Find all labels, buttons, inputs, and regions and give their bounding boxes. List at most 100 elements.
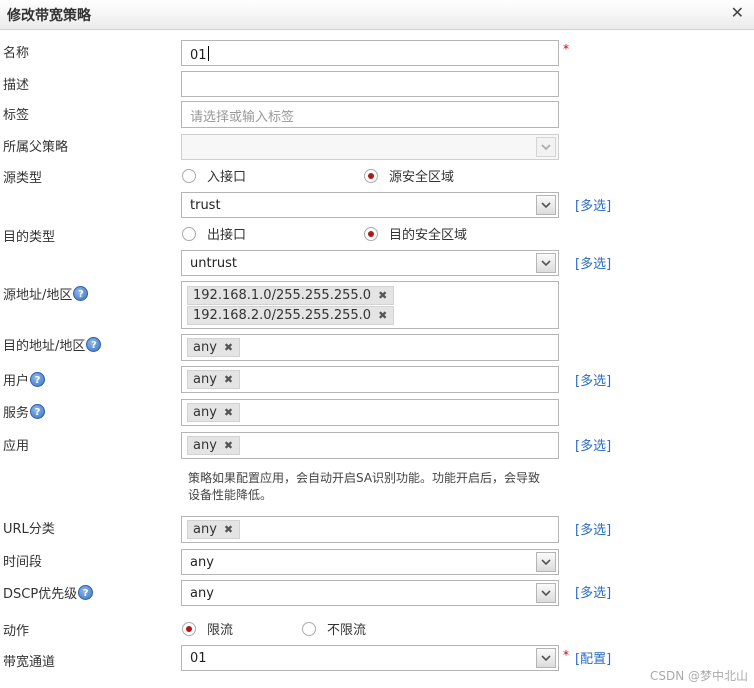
user-multi-select-link[interactable]: [多选]: [575, 370, 611, 389]
application-tag: any ✖: [187, 436, 241, 455]
application-note: 策略如果配置应用，会自动开启SA识别功能。功能开启后，会导致设备性能降低。: [188, 471, 541, 502]
tag-text: any: [193, 405, 217, 420]
user-tag: any ✖: [187, 370, 241, 389]
dest-address-label-text: 目的地址/地区: [3, 339, 86, 354]
chevron-down-icon[interactable]: [536, 583, 556, 603]
application-input[interactable]: any ✖: [181, 432, 559, 459]
radio-label: 入接口: [207, 170, 247, 185]
source-zone-select[interactable]: trust: [181, 192, 559, 218]
name-input[interactable]: 01: [181, 40, 559, 66]
close-icon[interactable]: ✕: [731, 3, 744, 22]
action-label: 动作: [3, 624, 30, 639]
dscp-priority-select[interactable]: any: [181, 580, 559, 606]
radio-dest-zone[interactable]: 目的安全区域: [364, 224, 467, 243]
tags-label: 标签: [3, 108, 30, 123]
tags-input[interactable]: 请选择或输入标签: [181, 101, 559, 128]
time-range-select[interactable]: any: [181, 549, 559, 575]
service-label-text: 服务: [3, 406, 30, 421]
radio-dest-interface[interactable]: 出接口: [182, 224, 246, 243]
description-input[interactable]: [181, 71, 559, 97]
radio-action-limit[interactable]: 限流: [182, 619, 233, 638]
tag-remove-icon[interactable]: ✖: [224, 373, 233, 386]
chevron-down-icon[interactable]: [536, 253, 556, 273]
dest-zone-select[interactable]: untrust: [181, 250, 559, 276]
tag-remove-icon[interactable]: ✖: [224, 523, 233, 536]
user-input[interactable]: any ✖: [181, 366, 559, 393]
chevron-down-icon[interactable]: [536, 195, 556, 215]
tags-placeholder: 请选择或输入标签: [190, 110, 295, 125]
source-address-input[interactable]: 192.168.1.0/255.255.255.0 ✖ 192.168.2.0/2…: [181, 281, 559, 329]
tag-text: 192.168.2.0/255.255.255.0: [193, 308, 372, 323]
help-icon[interactable]: ?: [30, 372, 46, 387]
user-label: 用户?: [3, 370, 46, 389]
url-category-input[interactable]: any ✖: [181, 516, 559, 543]
source-address-label-text: 源地址/地区: [3, 288, 73, 303]
dest-address-label: 目的地址/地区?: [3, 335, 102, 354]
dest-zone-multi-select-link[interactable]: [多选]: [575, 253, 611, 272]
radio-circle: [302, 621, 316, 636]
tag-remove-icon[interactable]: ✖: [378, 309, 387, 322]
tag-remove-icon[interactable]: ✖: [224, 439, 233, 452]
dest-type-label: 目的类型: [3, 230, 56, 245]
tag-text: any: [193, 340, 217, 355]
tag-remove-icon[interactable]: ✖: [378, 289, 387, 302]
text-cursor: [207, 46, 209, 61]
service-tag: any ✖: [187, 403, 241, 422]
watermark: CSDN @梦中北山: [649, 669, 748, 683]
radio-circle: [182, 226, 196, 241]
bandwidth-channel-label: 带宽通道: [3, 655, 56, 670]
url-category-multi-select-link[interactable]: [多选]: [575, 519, 611, 538]
service-input[interactable]: any ✖: [181, 399, 559, 426]
url-category-tag: any ✖: [187, 520, 241, 539]
parent-policy-select: [181, 134, 559, 160]
name-label: 名称: [3, 46, 30, 61]
dscp-priority-value: any: [190, 586, 214, 601]
chevron-down-icon[interactable]: [536, 552, 556, 572]
radio-action-no-limit[interactable]: 不限流: [302, 619, 366, 638]
description-label: 描述: [3, 78, 30, 93]
radio-circle-selected: [182, 621, 196, 636]
radio-label: 目的安全区域: [389, 228, 468, 243]
tag-remove-icon[interactable]: ✖: [224, 406, 233, 419]
dscp-priority-label: DSCP优先级?: [3, 583, 94, 602]
radio-circle-selected: [364, 226, 378, 241]
source-address-label: 源地址/地区?: [3, 284, 89, 303]
chevron-down-icon[interactable]: [536, 648, 556, 668]
tag-remove-icon[interactable]: ✖: [224, 341, 233, 354]
application-label: 应用: [3, 439, 30, 454]
time-range-label: 时间段: [3, 555, 43, 570]
radio-source-zone[interactable]: 源安全区域: [364, 166, 454, 185]
radio-label: 限流: [207, 623, 234, 638]
address-tag: 192.168.1.0/255.255.255.0 ✖: [187, 286, 395, 305]
radio-label: 不限流: [327, 623, 367, 638]
tag-text: any: [193, 522, 217, 537]
tag-text: any: [193, 438, 217, 453]
source-zone-multi-select-link[interactable]: [多选]: [575, 195, 611, 214]
bandwidth-channel-configure-link[interactable]: [配置]: [575, 648, 611, 667]
dialog-titlebar: 修改带宽策略 ✕: [0, 0, 754, 30]
help-icon[interactable]: ?: [86, 337, 102, 352]
name-value: 01: [190, 48, 207, 63]
radio-source-interface[interactable]: 入接口: [182, 166, 246, 185]
bandwidth-channel-select[interactable]: 01: [181, 645, 559, 671]
dest-address-input[interactable]: any ✖: [181, 334, 559, 361]
service-label: 服务?: [3, 402, 46, 421]
help-icon[interactable]: ?: [78, 585, 94, 600]
application-multi-select-link[interactable]: [多选]: [575, 435, 611, 454]
user-label-text: 用户: [3, 374, 30, 389]
chevron-down-icon: [536, 137, 556, 157]
radio-circle-selected: [364, 168, 378, 183]
time-range-value: any: [190, 555, 214, 570]
address-tag: any ✖: [187, 338, 241, 357]
help-icon[interactable]: ?: [73, 286, 89, 301]
help-icon[interactable]: ?: [30, 404, 46, 419]
radio-circle: [182, 168, 196, 183]
parent-policy-label: 所属父策略: [3, 140, 69, 155]
dscp-priority-label-text: DSCP优先级: [3, 587, 78, 602]
url-category-label: URL分类: [3, 522, 55, 537]
tag-text: any: [193, 372, 217, 387]
radio-label: 源安全区域: [389, 170, 455, 185]
dialog-title: 修改带宽策略: [7, 8, 91, 24]
required-mark: *: [563, 648, 569, 662]
dscp-multi-select-link[interactable]: [多选]: [575, 582, 611, 601]
